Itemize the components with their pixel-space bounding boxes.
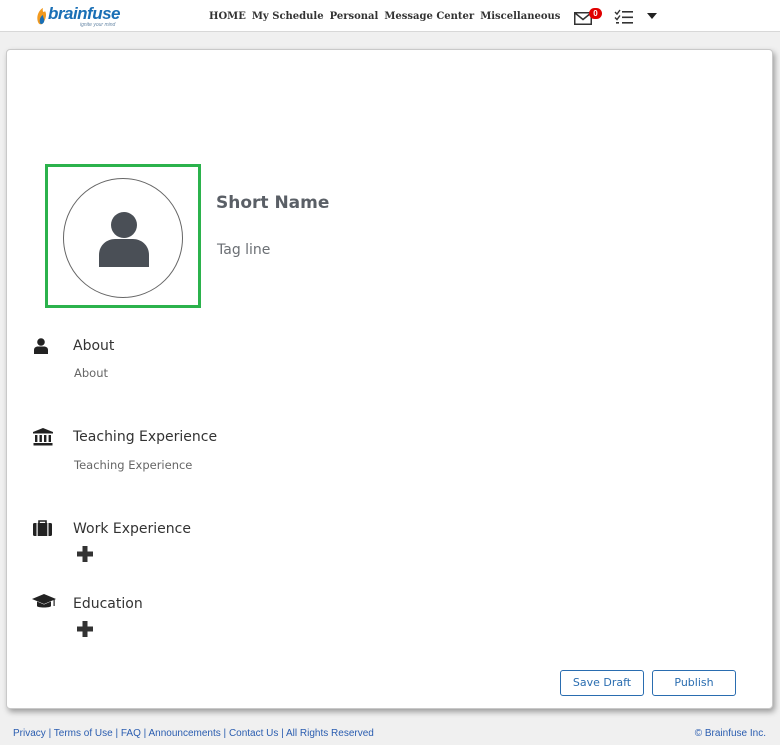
section-title-teaching: Teaching Experience xyxy=(73,429,218,445)
section-about-content[interactable]: About xyxy=(74,366,108,380)
mail-count-badge: 0 xyxy=(589,8,602,19)
task-list-icon[interactable] xyxy=(614,9,634,25)
section-title-work: Work Experience xyxy=(73,521,191,537)
section-title-about: About xyxy=(73,338,115,354)
top-bar: brainfuse ignite your mind HOME My Sched… xyxy=(0,0,780,32)
chevron-down-icon[interactable] xyxy=(647,12,657,20)
section-teaching-content[interactable]: Teaching Experience xyxy=(74,458,192,472)
add-work-experience-plus-icon[interactable] xyxy=(77,546,93,562)
avatar xyxy=(63,178,183,298)
nav-home[interactable]: HOME xyxy=(209,11,246,22)
logo-tagline: ignite your mind xyxy=(80,22,116,28)
short-name[interactable]: Short Name xyxy=(216,193,329,213)
copyright: © Brainfuse Inc. xyxy=(694,728,766,739)
footer-link-rights[interactable]: All Rights Reserved xyxy=(286,728,374,739)
briefcase-icon xyxy=(33,520,52,536)
footer-link-privacy[interactable]: Privacy xyxy=(13,728,46,739)
main-nav: HOME My Schedule Personal Message Center… xyxy=(209,11,560,22)
nav-my-schedule[interactable]: My Schedule xyxy=(252,11,324,22)
nav-message-center[interactable]: Message Center xyxy=(384,11,474,22)
logo-text: brainfuse xyxy=(48,4,121,23)
profile-photo-upload[interactable] xyxy=(45,164,201,308)
publish-button[interactable]: Publish xyxy=(652,670,736,696)
add-education-plus-icon[interactable] xyxy=(77,621,93,637)
footer-link-faq[interactable]: FAQ xyxy=(121,728,141,739)
section-title-education: Education xyxy=(73,596,143,612)
tag-line[interactable]: Tag line xyxy=(217,242,270,258)
graduation-cap-icon xyxy=(32,594,56,608)
nav-miscellaneous[interactable]: Miscellaneous xyxy=(480,11,560,22)
user-icon xyxy=(34,338,48,354)
footer-link-terms[interactable]: Terms of Use xyxy=(54,728,113,739)
profile-card: Short Name Tag line About About Teaching… xyxy=(6,49,773,709)
save-draft-button[interactable]: Save Draft xyxy=(560,670,644,696)
footer-link-contact[interactable]: Contact Us xyxy=(229,728,278,739)
footer-links: Privacy | Terms of Use | FAQ | Announcem… xyxy=(13,728,374,739)
nav-personal[interactable]: Personal xyxy=(330,11,379,22)
footer-link-announcements[interactable]: Announcements xyxy=(148,728,220,739)
mail-button[interactable]: 0 xyxy=(574,8,602,26)
institution-icon xyxy=(33,428,53,446)
user-placeholder-icon xyxy=(99,212,149,267)
